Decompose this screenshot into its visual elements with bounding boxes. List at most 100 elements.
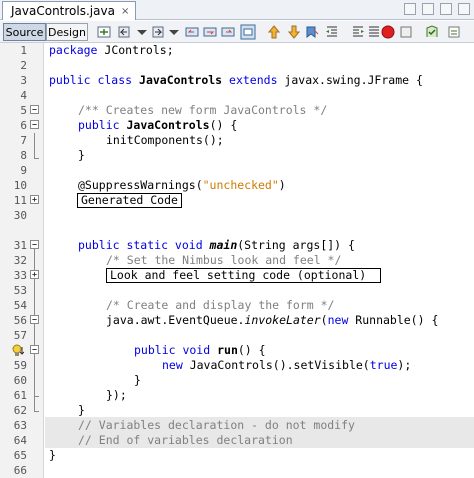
find-selection-icon[interactable] — [202, 24, 218, 40]
comment: /* Set the Nimbus look and feel */ — [106, 253, 342, 267]
code-fragment: JavaControls().setVisible( — [182, 358, 370, 372]
method-name: JavaControls — [119, 118, 210, 132]
design-tab[interactable]: Design — [46, 23, 88, 41]
back-icon[interactable] — [116, 24, 132, 40]
history-icon[interactable] — [96, 24, 112, 40]
code-text: // Variables declaration - do not modify — [78, 418, 355, 433]
code-line: 5 − /** Creates new form JavaControls */ — [0, 103, 474, 118]
code-text: } — [49, 448, 56, 462]
code-fragment: Runnable() { — [348, 313, 439, 327]
line-number: 33 — [13, 269, 27, 282]
comment: // Variables declaration - do not modify — [78, 418, 355, 432]
code-fragment: java.awt.EventQueue. — [106, 313, 245, 327]
keyword: public — [78, 118, 120, 132]
line-number: 57 — [13, 329, 27, 342]
check-syntax-icon[interactable] — [424, 24, 440, 40]
fold-collapse-icon[interactable]: − — [30, 105, 39, 114]
fold-collapse-icon[interactable]: − — [30, 240, 39, 249]
line-number: 59 — [13, 359, 27, 372]
code-line: 62 } — [0, 403, 474, 418]
maximize-icon[interactable] — [458, 3, 470, 15]
code-line: 58 − public void run() { — [0, 343, 474, 358]
code-line: 8 } — [0, 148, 474, 163]
fold-collapse-icon[interactable]: − — [30, 345, 39, 354]
fold-collapse-icon[interactable]: − — [30, 315, 39, 324]
code-text: public static void main(String args[]) { — [78, 238, 355, 253]
line-number: 64 — [13, 434, 27, 447]
folded-look-and-feel-code[interactable]: Look and feel setting code (optional) — [106, 268, 381, 283]
line-number: 5 — [20, 104, 27, 117]
code-text: public class JavaControls extends javax.… — [49, 73, 423, 88]
editor-tab-bar: JavaControls.java × — [0, 0, 474, 20]
code-line: 6 − public JavaControls() { — [0, 118, 474, 133]
keyword: public class — [49, 73, 133, 87]
fold-collapse-icon[interactable]: − — [30, 120, 39, 129]
fold-expand-icon[interactable]: + — [30, 195, 39, 204]
folded-generated-code[interactable]: Generated Code — [77, 193, 182, 208]
shift-left-icon[interactable] — [324, 24, 340, 40]
comment: /** Creates new form JavaControls */ — [78, 103, 328, 117]
code-line: 10 @SuppressWarnings("unchecked") — [0, 178, 474, 193]
find-previous-icon[interactable] — [184, 24, 200, 40]
shift-right-icon[interactable] — [350, 24, 366, 40]
stop-macro-icon[interactable] — [398, 24, 414, 40]
keyword: public void — [134, 343, 211, 357]
line-number: 2 — [20, 59, 27, 72]
start-macro-icon[interactable] — [380, 24, 396, 40]
code-line: 63 // Variables declaration - do not mod… — [0, 418, 474, 433]
annotation: @SuppressWarnings( — [78, 178, 203, 192]
method-call: invokeLater — [244, 313, 321, 327]
code-line: 54 /* Create and display the form */ — [0, 298, 474, 313]
code-fragment: ); — [397, 358, 412, 372]
line-number: 9 — [20, 164, 27, 177]
code-line: 59 new JavaControls().setVisible(true); — [0, 358, 474, 373]
comment: // End of variables declaration — [78, 433, 293, 447]
code-line: 66 — [0, 463, 474, 478]
method-name: main — [202, 238, 238, 252]
code-line: 30 — [0, 208, 474, 223]
code-fragment: ( — [320, 313, 328, 327]
previous-bookmark-icon[interactable] — [266, 24, 282, 40]
find-next-icon[interactable] — [220, 24, 236, 40]
code-line: 65 } — [0, 448, 474, 463]
scroll-right-icon[interactable] — [422, 3, 434, 15]
method-name: run — [210, 343, 238, 357]
line-number: 66 — [13, 464, 27, 477]
scroll-left-icon[interactable] — [404, 3, 416, 15]
code-line: 64 // End of variables declaration — [0, 433, 474, 448]
toggle-bookmark-icon[interactable] — [304, 24, 320, 40]
next-bookmark-icon[interactable] — [286, 24, 302, 40]
code-text: } — [134, 373, 141, 387]
code-text: java.awt.EventQueue.invokeLater(new Runn… — [106, 313, 438, 328]
code-text: package JControls; — [49, 43, 174, 58]
code-fragment: () { — [237, 343, 266, 357]
toggle-highlight-icon[interactable] — [240, 24, 256, 40]
line-number: 30 — [13, 209, 27, 222]
editor-toolbar: Source Design — [0, 21, 474, 43]
class-name: JavaControls — [132, 73, 230, 87]
tab-list-icon[interactable] — [440, 3, 452, 15]
line-number: 31 — [13, 239, 27, 252]
code-line: 32 /* Set the Nimbus look and feel */ — [0, 253, 474, 268]
code-line: 61 }); — [0, 388, 474, 403]
close-tab-icon[interactable]: × — [121, 6, 129, 17]
keyword: true — [369, 358, 398, 372]
source-tab[interactable]: Source — [3, 23, 46, 41]
code-line: 3 public class JavaControls extends java… — [0, 73, 474, 88]
string-literal: "unchecked" — [202, 178, 279, 192]
code-line: 4 — [0, 88, 474, 103]
forward-icon[interactable] — [150, 24, 166, 40]
code-text: public JavaControls() { — [78, 118, 237, 133]
code-fragment: ) — [278, 178, 286, 192]
fold-expand-icon[interactable]: + — [30, 270, 39, 279]
validate-icon[interactable] — [446, 24, 462, 40]
code-text: /** Creates new form JavaControls */ — [78, 103, 327, 118]
code-text: // End of variables declaration — [78, 433, 293, 448]
code-fragment: () { — [209, 118, 238, 132]
override-hint-icon[interactable] — [12, 344, 24, 357]
forward-dropdown-icon[interactable] — [166, 24, 182, 40]
code-text: public void run() { — [134, 343, 266, 358]
line-number: 11 — [13, 194, 27, 207]
back-dropdown-icon[interactable] — [134, 24, 150, 40]
file-tab[interactable]: JavaControls.java × — [2, 1, 137, 20]
